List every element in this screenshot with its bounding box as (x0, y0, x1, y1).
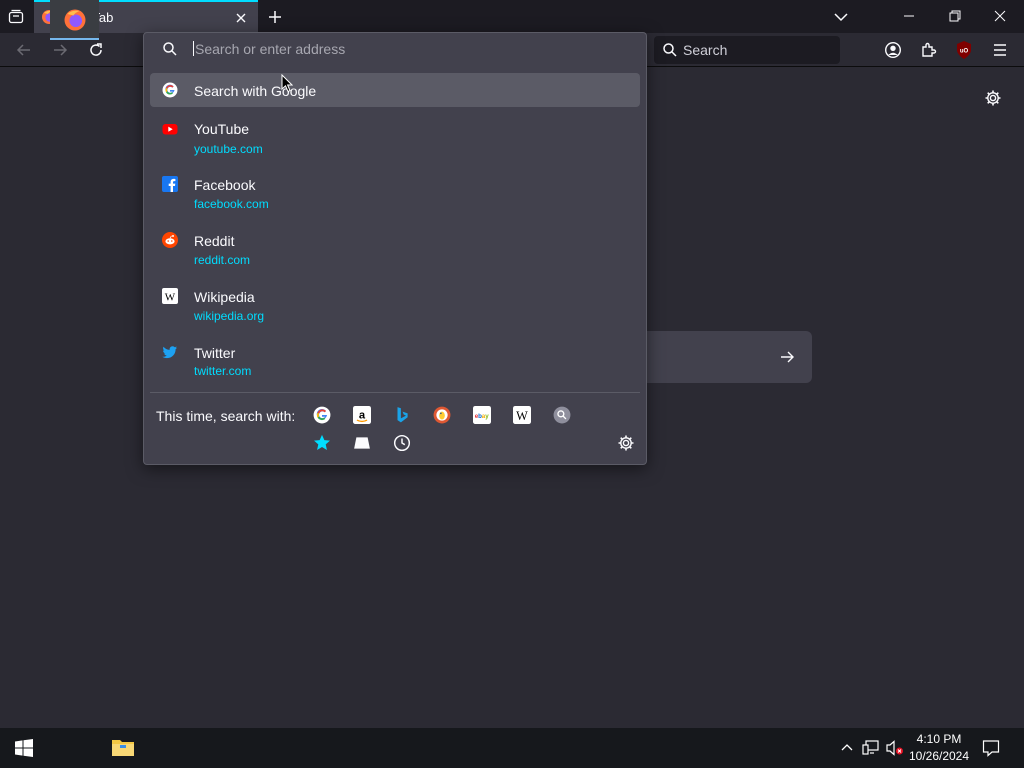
svg-text:uO: uO (960, 49, 969, 55)
reddit-icon (162, 232, 178, 248)
suggestion-facebook[interactable]: Facebook facebook.com (150, 170, 640, 216)
suggestion-youtube[interactable]: YouTube youtube.com (150, 115, 640, 161)
search-settings-gear-icon[interactable] (617, 434, 635, 452)
suggestion-url: youtube.com (194, 142, 263, 156)
svg-text:W: W (516, 409, 528, 423)
suggestion-url: reddit.com (194, 253, 251, 267)
account-icon[interactable] (884, 41, 902, 59)
suggestion-url: twitter.com (194, 364, 252, 378)
search-submit-arrow-icon[interactable] (779, 349, 795, 365)
forward-arrow-icon[interactable] (52, 42, 68, 58)
suggestion-title: Reddit (194, 233, 235, 249)
amazon-icon[interactable]: a (353, 406, 371, 424)
wikipedia-icon: W (162, 288, 178, 304)
suggestion-url: facebook.com (194, 197, 269, 211)
suggestion-title: Wikipedia (194, 289, 255, 305)
back-arrow-icon[interactable] (16, 42, 32, 58)
mouse-cursor-icon (281, 74, 293, 93)
svg-text:y: y (485, 413, 489, 420)
ublock-origin-icon[interactable]: uO (955, 40, 973, 60)
twitter-icon (162, 344, 178, 360)
close-tab-icon[interactable] (234, 11, 248, 25)
tab-list-icon[interactable] (8, 9, 24, 25)
suggestion-reddit[interactable]: Reddit reddit.com (150, 226, 640, 272)
suggestion-title: Twitter (194, 345, 236, 361)
minimize-window-icon[interactable] (902, 9, 916, 23)
svg-text:a: a (359, 409, 366, 421)
new-tab-plus-icon[interactable] (267, 9, 283, 25)
url-input[interactable]: Search or enter address (193, 41, 613, 59)
volume-muted-icon[interactable] (886, 740, 904, 756)
text-caret (193, 41, 194, 56)
windows-start-icon[interactable] (15, 739, 33, 757)
tabs-icon[interactable] (353, 434, 371, 452)
bing-icon[interactable] (393, 406, 411, 424)
google-icon (162, 82, 178, 98)
search-icon (662, 42, 678, 58)
url-input-placeholder: Search or enter address (195, 41, 346, 57)
file-explorer-icon[interactable] (111, 736, 135, 760)
notifications-icon[interactable] (982, 739, 1000, 757)
search-bar-placeholder: Search (683, 42, 728, 58)
show-hidden-icons-chevron-icon[interactable] (840, 741, 854, 755)
suggestion-search-with-google[interactable]: Search with Google (150, 73, 640, 107)
one-off-divider (150, 392, 640, 393)
history-clock-icon[interactable] (393, 434, 411, 452)
ebay-icon[interactable]: ebay (473, 406, 491, 424)
firefox-logo-icon (63, 8, 87, 32)
suggestion-title: Search with Google (194, 83, 317, 99)
bookmarks-star-icon[interactable] (313, 434, 331, 452)
one-off-search-label: This time, search with: (156, 408, 296, 424)
taskbar-clock-date[interactable]: 10/26/2024 (906, 749, 972, 763)
svg-text:W: W (165, 292, 176, 304)
taskbar-firefox-button[interactable] (50, 0, 99, 40)
reload-icon[interactable] (88, 42, 104, 58)
suggestion-twitter[interactable]: Twitter twitter.com (150, 338, 640, 384)
app-menu-hamburger-icon[interactable] (991, 41, 1009, 59)
youtube-icon (162, 121, 178, 137)
title-bar: New Tab (0, 0, 1024, 33)
list-all-tabs-chevron-icon[interactable] (833, 9, 849, 25)
facebook-icon (162, 176, 178, 192)
extensions-puzzle-icon[interactable] (920, 41, 938, 59)
taskbar-clock-time[interactable]: 4:10 PM (910, 732, 968, 746)
suggestion-wikipedia[interactable]: W Wikipedia wikipedia.org (150, 282, 640, 328)
suggestion-url: wikipedia.org (194, 309, 265, 323)
wikipedia-icon[interactable]: W (513, 406, 531, 424)
network-icon[interactable] (862, 740, 880, 756)
page-settings-gear-icon[interactable] (984, 89, 1002, 107)
restore-window-icon[interactable] (948, 9, 962, 23)
suggestion-title: YouTube (194, 121, 250, 137)
search-engine-icon[interactable] (553, 406, 571, 424)
close-window-icon[interactable] (993, 9, 1007, 23)
duckduckgo-icon[interactable] (433, 406, 451, 424)
suggestion-title: Facebook (194, 177, 256, 193)
search-bar[interactable]: Search (654, 36, 840, 64)
urlbar-search-icon (162, 41, 178, 57)
google-icon[interactable] (313, 406, 331, 424)
